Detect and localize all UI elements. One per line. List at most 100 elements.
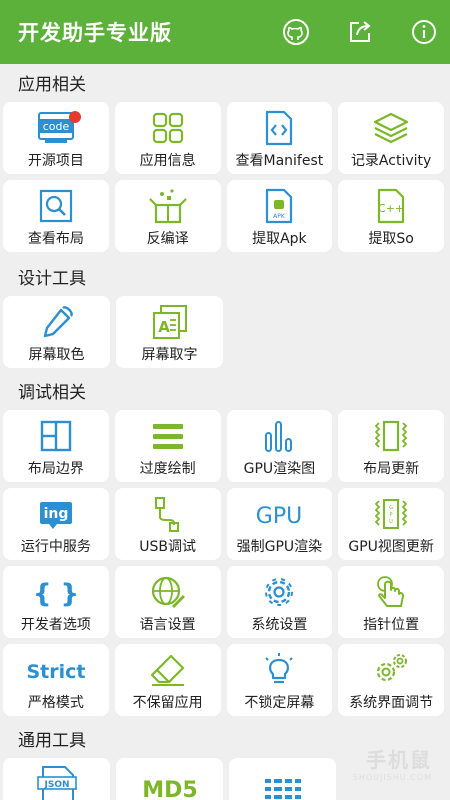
toolbar-actions [250,14,442,50]
tile-label: 提取Apk [252,231,307,247]
running-service-icon: ing [26,488,86,534]
icon-text: GPU [256,504,302,529]
section-app: 应用相关 code 开源项目 应用信息 查看Manifest 记录Activit… [0,68,450,258]
lightbulb-icon [249,644,309,690]
tile-label: 开发者选项 [20,617,91,633]
globe-pencil-icon [138,566,198,612]
open-box-icon [138,180,198,226]
section-debug: 调试相关 布局边界 过度绘制 GPU渲染图 布局更新 ing 运行中服务 USB… [0,376,450,722]
tile-label: GPU渲染图 [243,461,316,477]
tile-screen-text[interactable]: A 屏幕取字 [116,296,223,368]
svg-text:U: U [389,519,393,525]
apk-file-icon: APK [249,180,309,226]
strict-text-icon: Strict [26,644,86,690]
app-bar: 开发助手专业版 [0,0,450,64]
tile-language-settings[interactable]: 语言设置 [114,566,221,638]
cpp-file-icon: C++ [361,180,421,226]
eyedropper-icon [27,296,87,342]
tile-label: 不锁定屏幕 [244,695,315,711]
tile-system-ui-tuner[interactable]: 系统界面调节 [338,644,444,716]
tile-json[interactable]: JSON [3,758,110,800]
share-icon[interactable] [342,14,378,50]
tile-stay-awake[interactable]: 不锁定屏幕 [226,644,333,716]
section-title: 应用相关 [18,75,86,95]
github-icon[interactable] [278,14,314,50]
tile-dont-keep-activities[interactable]: 不保留应用 [114,644,221,716]
bar-chart-icon [249,410,309,456]
json-icon: JSON [27,758,87,800]
vibrate-icon [361,410,421,456]
stripes-icon [253,758,313,800]
tile-encode[interactable] [229,758,336,800]
tile-force-gpu[interactable]: GPU 强制GPU渲染 [226,488,333,560]
tile-gpu-render[interactable]: GPU渲染图 [226,410,333,482]
pointer-hand-icon [361,566,421,612]
tile-label: 反编译 [146,231,189,247]
icon-text: ing [43,506,68,522]
tile-label: 屏幕取色 [28,347,85,363]
watermark-text: 手机鼠 [366,748,432,772]
tile-label: 提取So [368,231,414,247]
tile-extract-apk[interactable]: APK 提取Apk [226,180,333,252]
gpu-text-icon: GPU [249,488,309,534]
tile-label: 语言设置 [139,617,196,633]
gears-icon [361,644,421,690]
tile-label: 系统设置 [251,617,308,633]
svg-text:code: code [43,120,70,133]
stack-lines-icon [138,410,198,456]
tile-system-settings[interactable]: 系统设置 [226,566,333,638]
tile-strict-mode[interactable]: Strict 严格模式 [3,644,109,716]
gpu-chip-icon: G P U [361,488,421,534]
tile-label: 应用信息 [139,153,196,169]
tile-label: 过度绘制 [139,461,196,477]
info-icon[interactable] [406,14,442,50]
tile-label: 查看Manifest [235,153,324,169]
tile-label: 系统界面调节 [349,695,434,711]
tile-label: 查看布局 [27,231,84,247]
app-title: 开发助手专业版 [18,21,172,45]
tile-overdraw[interactable]: 过度绘制 [114,410,221,482]
tile-pointer-location[interactable]: 指针位置 [338,566,444,638]
eraser-icon [138,644,198,690]
tile-screen-color[interactable]: 屏幕取色 [3,296,110,368]
svg-text:G: G [389,505,393,511]
tile-layout-bounds[interactable]: 布局边界 [3,410,109,482]
tile-usb-debug[interactable]: USB调试 [114,488,221,560]
tile-developer-options[interactable]: { } 开发者选项 [3,566,109,638]
watermark-sub: SHOUJISHU.COM [352,773,432,782]
tile-decompile[interactable]: 反编译 [114,180,221,252]
tile-running-services[interactable]: ing 运行中服务 [3,488,109,560]
tile-open-source[interactable]: code 开源项目 [3,102,109,174]
tile-label: USB调试 [139,539,196,555]
icon-text: JSON [43,780,69,790]
watermark: 手机鼠 SHOUJISHU.COM [353,744,432,782]
tile-label: 不保留应用 [132,695,203,711]
tile-label: 运行中服务 [20,539,91,555]
md5-icon: MD5 [140,758,200,800]
grid-icon [138,102,198,148]
layout-bounds-icon [26,410,86,456]
magnifier-icon [26,180,86,226]
tile-app-info[interactable]: 应用信息 [114,102,221,174]
svg-text:P: P [390,512,393,518]
tile-gpu-view-update[interactable]: G P U GPU视图更新 [338,488,444,560]
tile-extract-so[interactable]: C++ 提取So [338,180,444,252]
code-icon: code [26,102,86,148]
tile-view-manifest[interactable]: 查看Manifest [226,102,333,174]
tile-label: GPU视图更新 [348,539,434,555]
tile-record-activity[interactable]: 记录Activity [338,102,444,174]
tile-layout-update[interactable]: 布局更新 [338,410,444,482]
usb-icon [138,488,198,534]
tile-label: 指针位置 [363,617,420,633]
svg-text:C++: C++ [378,202,404,215]
notification-badge [69,111,81,123]
tile-view-layout[interactable]: 查看布局 [3,180,109,252]
tile-label: 布局边界 [27,461,84,477]
tile-label: 记录Activity [350,153,432,169]
tile-md5[interactable]: MD5 [116,758,223,800]
layers-icon [361,102,421,148]
icon-text: Strict [26,661,85,683]
braces-icon: { } [26,566,86,612]
tile-label: 开源项目 [27,153,84,169]
tile-label: 屏幕取字 [141,347,198,363]
